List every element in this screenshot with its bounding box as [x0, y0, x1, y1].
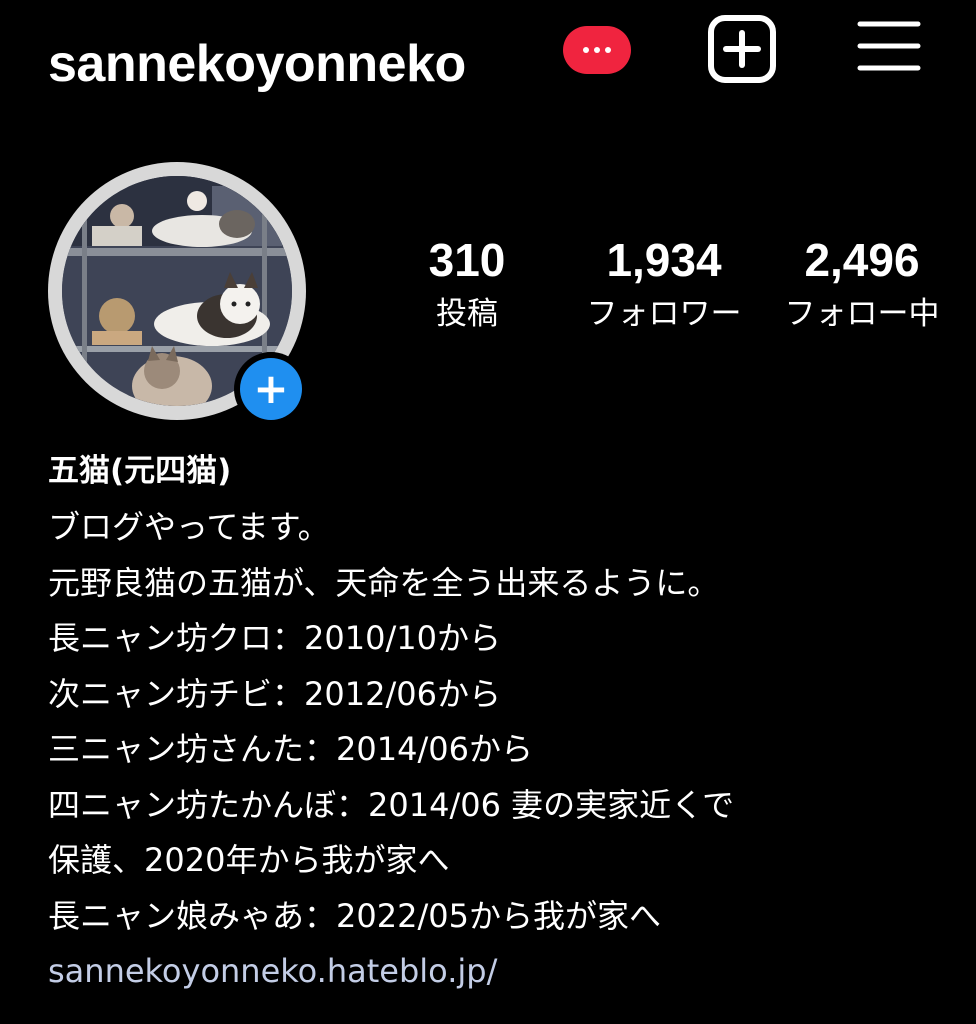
plus-square-icon — [708, 15, 776, 83]
stat-followers[interactable]: 1,934 フォロワー — [574, 232, 754, 334]
bio-line: 三ニャン坊さんた：2014/06から — [48, 730, 533, 768]
bio-line: 次ニャン坊チビ：2012/06から — [48, 674, 501, 713]
bio-line: ブログやってます。 — [48, 508, 330, 546]
following-count: 2,496 — [804, 234, 920, 286]
new-post-button[interactable] — [708, 15, 776, 83]
posts-label: 投稿 — [436, 296, 498, 332]
plus-icon: + — [240, 358, 302, 420]
stat-posts[interactable]: 310 投稿 — [415, 232, 519, 334]
username[interactable]: sannekoyonneko — [48, 34, 466, 94]
bio-line: 保護、2020年から我が家へ — [48, 841, 450, 879]
hamburger-menu-icon — [857, 21, 921, 71]
stat-following[interactable]: 2,496 フォロー中 — [770, 232, 954, 334]
following-label: フォロー中 — [784, 296, 940, 332]
add-story-button[interactable]: + — [234, 352, 308, 426]
posts-count: 310 — [428, 234, 506, 286]
display-name: 五猫(元四猫) — [48, 453, 232, 489]
bio-line: 元野良猫の五猫が、天命を全う出来るように。 — [48, 563, 720, 602]
followers-label: フォロワー — [586, 296, 742, 332]
more-dots-icon[interactable] — [563, 26, 631, 74]
profile-header: sannekoyonneko — [0, 0, 976, 130]
followers-count: 1,934 — [606, 234, 722, 286]
bio-line: 長ニャン娘みゃあ：2022/05から我が家へ — [48, 896, 661, 935]
bio-line: 四ニャン坊たかんぼ：2014/06 妻の実家近くで — [48, 785, 735, 824]
bio-line: 長ニャン坊クロ：2010/10から — [48, 619, 501, 657]
bio: 五猫(元四猫) ブログやってます。 元野良猫の五猫が、天命を全う出来るように。 … — [48, 448, 948, 1000]
bio-website-link[interactable]: sannekoyonneko.hateblo.jp/ — [48, 944, 948, 1000]
menu-button[interactable] — [856, 20, 922, 72]
